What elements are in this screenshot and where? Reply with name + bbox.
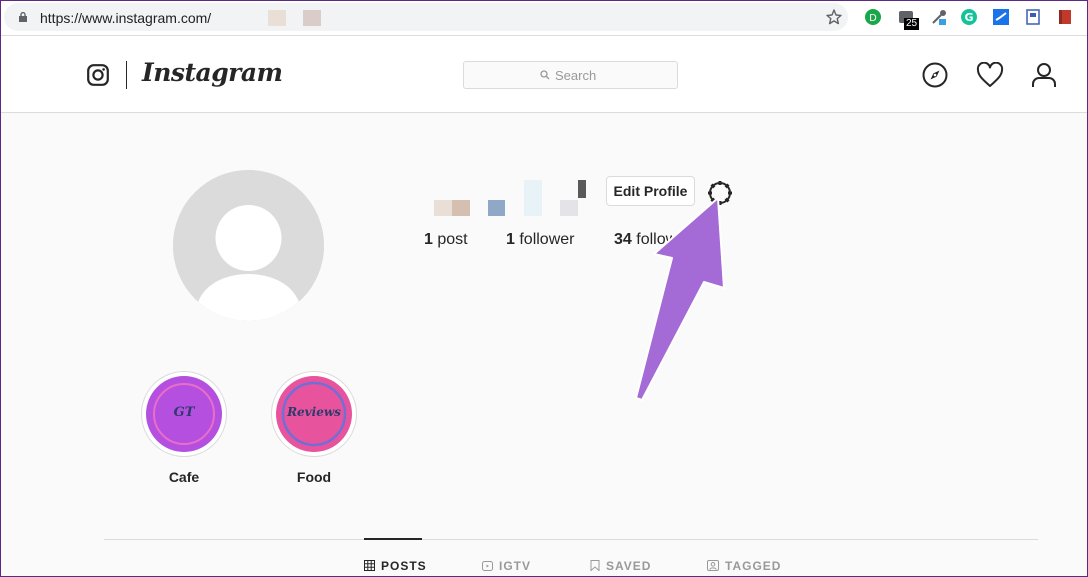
profile-avatar[interactable] — [173, 170, 324, 321]
tab-tagged[interactable]: TAGGED — [707, 559, 781, 573]
extension-icon[interactable] — [1024, 8, 1042, 26]
highlight-cover: Reviews — [276, 376, 352, 452]
address-bar[interactable]: https://www.instagram.com/ — [4, 3, 848, 31]
svg-text:D: D — [869, 13, 877, 24]
logo-divider — [126, 61, 127, 89]
default-avatar-icon — [173, 170, 324, 321]
annotation-arrow — [635, 197, 725, 401]
tabs-divider — [104, 539, 1038, 540]
followers-label: follower — [514, 231, 575, 248]
extension-icon[interactable]: D — [864, 8, 882, 26]
tab-posts[interactable]: POSTS — [364, 559, 427, 573]
search-input[interactable]: Search — [463, 61, 678, 89]
activity-heart-icon[interactable] — [976, 62, 1004, 88]
tab-label: TAGGED — [725, 559, 782, 573]
highlight-ring: Reviews — [271, 371, 357, 457]
posts-label: post — [432, 231, 468, 248]
followers-link[interactable]: 1 follower — [506, 231, 574, 249]
search-icon — [540, 70, 550, 80]
profile-user-icon[interactable] — [1031, 62, 1057, 88]
lock-icon — [19, 12, 27, 22]
extension-badge: 25 — [904, 18, 920, 30]
posts-count-stat: 1 post — [424, 231, 468, 249]
eyedropper-extension-icon[interactable] — [930, 8, 948, 26]
highlight-cover-text: Reviews — [287, 405, 341, 419]
browser-toolbar: https://www.instagram.com/ D 25 G — [0, 0, 1088, 36]
svg-text:G: G — [964, 11, 973, 24]
bookmark-icon — [590, 560, 600, 572]
posts-count: 1 — [424, 231, 433, 248]
instagram-header: Instagram Search — [0, 36, 1088, 113]
active-tab-indicator — [364, 538, 422, 540]
tab-igtv[interactable]: IGTV — [482, 559, 531, 573]
explore-compass-icon[interactable] — [922, 62, 948, 88]
followers-count: 1 — [506, 231, 515, 248]
instagram-wordmark[interactable]: Instagram — [142, 58, 283, 87]
tab-label: SAVED — [606, 559, 652, 573]
extension-icon[interactable] — [992, 8, 1010, 26]
tab-label: POSTS — [381, 559, 427, 573]
instagram-camera-icon[interactable] — [87, 64, 109, 86]
redacted-block — [303, 10, 321, 26]
redacted-block — [268, 10, 286, 26]
extension-icon[interactable] — [1056, 8, 1074, 26]
tagged-user-icon — [707, 560, 719, 571]
grammarly-extension-icon[interactable]: G — [960, 8, 978, 26]
search-placeholder: Search — [555, 68, 597, 83]
tab-label: IGTV — [499, 559, 532, 573]
highlight-label: Cafe — [168, 469, 200, 485]
highlight-cover-text: GT — [173, 405, 195, 420]
bookmark-star-icon[interactable] — [825, 8, 843, 26]
highlight-ring: GT — [141, 371, 227, 457]
highlight-food[interactable]: Reviews Food — [271, 371, 357, 485]
igtv-icon — [482, 561, 493, 571]
highlight-cafe[interactable]: GT Cafe — [141, 371, 227, 485]
grid-icon — [364, 560, 375, 571]
highlight-cover: GT — [146, 376, 222, 452]
tab-saved[interactable]: SAVED — [590, 559, 651, 573]
highlight-label: Food — [296, 469, 332, 485]
username-redacted — [434, 180, 594, 220]
url-text: https://www.instagram.com/ — [40, 10, 212, 26]
